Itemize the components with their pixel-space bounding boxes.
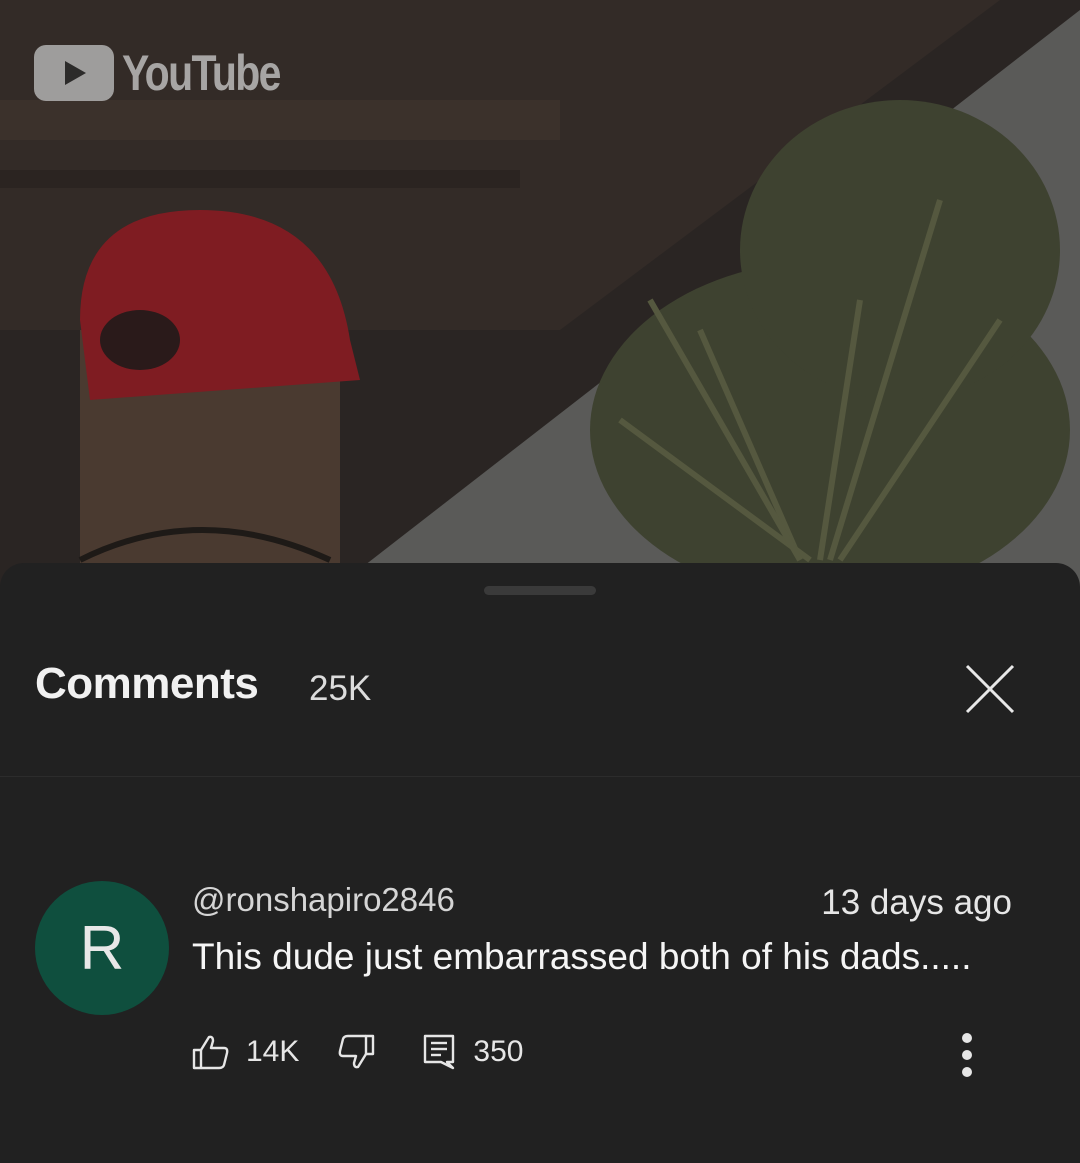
youtube-play-icon (34, 45, 114, 101)
thumbs-up-icon (192, 1035, 229, 1070)
video-player[interactable]: YouTube (0, 0, 1080, 600)
comments-header: Comments 25K (0, 633, 1080, 738)
youtube-wordmark: YouTube (122, 45, 281, 101)
thumbs-down-icon (339, 1034, 375, 1069)
more-options-button[interactable] (940, 1023, 994, 1087)
reply-count: 350 (473, 1035, 524, 1068)
drag-handle[interactable] (484, 586, 596, 595)
comments-title: Comments (35, 659, 259, 708)
more-vertical-icon (962, 1033, 972, 1077)
comment-item: R @ronshapiro2846 13 days ago This dude … (0, 863, 1080, 1103)
comment-text: This dude just embarrassed both of his d… (192, 936, 972, 977)
header-divider (0, 776, 1080, 777)
dislike-button[interactable] (337, 1034, 375, 1070)
like-button[interactable]: 14K (192, 1034, 299, 1070)
comment-actions: 14K 350 (192, 1028, 523, 1076)
comments-count: 25K (309, 669, 372, 708)
reply-icon (424, 1034, 455, 1070)
avatar[interactable]: R (35, 881, 169, 1015)
like-count: 14K (246, 1035, 300, 1068)
comment-timestamp: 13 days ago (821, 883, 1012, 922)
close-icon (965, 664, 1015, 714)
reply-button[interactable]: 350 (423, 1034, 523, 1070)
comment-author[interactable]: @ronshapiro2846 (192, 881, 455, 919)
comments-sheet: Comments 25K R @ronshapiro2846 13 days a… (0, 563, 1080, 1163)
close-button[interactable] (958, 657, 1022, 721)
youtube-logo: YouTube (34, 44, 314, 102)
